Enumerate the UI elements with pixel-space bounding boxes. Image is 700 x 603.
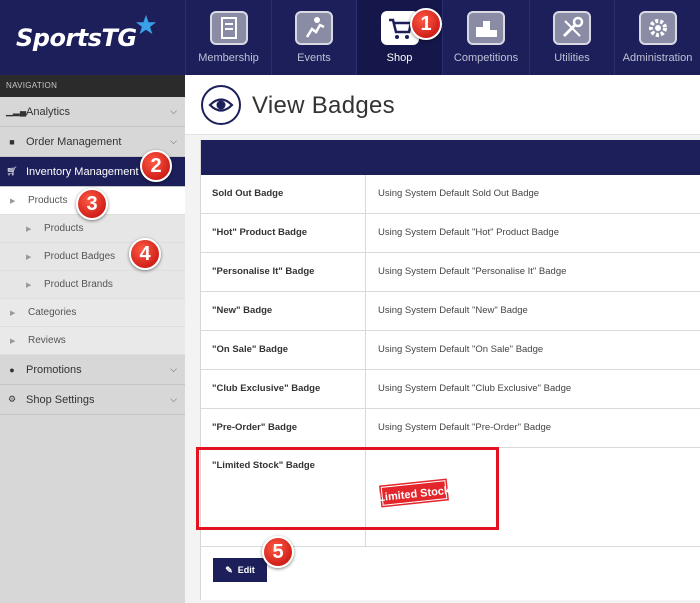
nav-tab-label: Shop [386, 52, 413, 64]
caret-right-icon: ▶ [26, 225, 32, 233]
sidebar-item-analytics[interactable]: ▁▂▄ Analytics ⌵ [0, 97, 185, 127]
top-bar: SportsTG Membership Events Shop Competit… [0, 0, 700, 75]
caret-right-icon: ▶ [10, 197, 16, 205]
badge-value: Using System Default "Pre-Order" Badge [378, 422, 552, 433]
nav-tab-label: Events [297, 52, 331, 64]
sidebar-item-label: Inventory Management [26, 165, 139, 178]
utilities-icon [553, 11, 591, 45]
badge-name: "Hot" Product Badge [201, 214, 366, 252]
nav-tab-competitions[interactable]: Competitions [442, 0, 529, 75]
nav-tab-membership[interactable]: Membership [185, 0, 271, 75]
competitions-icon [467, 11, 505, 45]
sidebar-heading: NAVIGATION [0, 75, 185, 97]
administration-icon [638, 11, 677, 45]
badge-value: Using System Default "Club Exclusive" Ba… [378, 383, 572, 394]
sidebar-item-label: Product Brands [44, 279, 113, 290]
truck-icon: ■ [9, 136, 15, 147]
sidebar-item-label: Order Management [26, 135, 122, 148]
brand-name: SportsTG [16, 23, 137, 52]
sidebar-item-label: Analytics [26, 105, 71, 118]
membership-icon [209, 11, 248, 45]
annotation-marker-1: 1 [410, 8, 442, 40]
page-title: View Badges [252, 92, 395, 119]
sidebar-item-label: Product Badges [44, 251, 116, 262]
sidebar-item-label: Products [28, 195, 68, 206]
edit-icon: ✎ [225, 564, 233, 575]
events-icon [295, 11, 333, 45]
annotation-marker-4: 4 [129, 238, 161, 270]
sidebar-item-reviews[interactable]: ▶ Reviews [0, 327, 185, 355]
sidebar-item-promotions[interactable]: ● Promotions ⌵ [0, 355, 185, 385]
badge-value: Using System Default "Personalise It" Ba… [378, 266, 567, 277]
cart-icon: 🛒︎ [6, 166, 18, 176]
table-row: "Personalise It" Badge Using System Defa… [201, 253, 700, 292]
badge-name: "Club Exclusive" Badge [201, 370, 366, 408]
annotation-marker-3: 3 [76, 188, 108, 220]
nav-tab-label: Membership [198, 52, 259, 64]
nav-tab-label: Utilities [554, 52, 590, 64]
caret-right-icon: ▶ [26, 253, 32, 261]
nav-tab-events[interactable]: Events [271, 0, 356, 75]
caret-right-icon: ▶ [10, 337, 16, 345]
content-area: Sold Out Badge Using System Default Sold… [185, 135, 700, 603]
chevron-down-icon: ⌵ [170, 136, 177, 146]
sidebar-item-label: Promotions [26, 363, 82, 376]
sidebar-item-categories[interactable]: ▶ Categories [0, 299, 185, 327]
table-row: "Pre-Order" Badge Using System Default "… [201, 409, 700, 448]
gears-icon: ⚙ [7, 394, 17, 404]
badge-name: "On Sale" Badge [201, 331, 366, 369]
annotation-marker-2: 2 [140, 150, 172, 182]
eye-icon [201, 85, 241, 125]
edit-button[interactable]: ✎ Edit [213, 558, 267, 582]
badges-table: Sold Out Badge Using System Default Sold… [200, 140, 700, 600]
nav-tab-label: Competitions [453, 52, 519, 64]
sidebar-subitem-product-brands[interactable]: ▶ Product Brands [0, 271, 185, 299]
badge-name: Sold Out Badge [201, 175, 366, 213]
table-row: "Club Exclusive" Badge Using System Defa… [201, 370, 700, 409]
caret-right-icon: ▶ [10, 309, 16, 317]
badge-value: Using System Default "Hot" Product Badge [378, 227, 559, 238]
nav-tab-utilities[interactable]: Utilities [529, 0, 614, 75]
table-row: "On Sale" Badge Using System Default "On… [201, 331, 700, 370]
chevron-down-icon: ⌵ [170, 106, 177, 116]
tag-icon: ● [9, 364, 15, 375]
sidebar-item-label: Categories [28, 307, 77, 318]
chart-icon: ▁▂▄ [6, 106, 27, 116]
chevron-down-icon: ⌵ [170, 394, 177, 404]
table-row: "Hot" Product Badge Using System Default… [201, 214, 700, 253]
edit-button-label: Edit [237, 565, 255, 575]
badge-value: Using System Default "New" Badge [378, 305, 528, 316]
annotation-marker-5: 5 [262, 536, 294, 568]
table-row: Sold Out Badge Using System Default Sold… [201, 175, 700, 214]
star-icon [135, 14, 157, 35]
sidebar-item-label: Shop Settings [26, 393, 95, 406]
caret-right-icon: ▶ [26, 281, 32, 289]
badge-name: "Personalise It" Badge [201, 253, 366, 291]
page-header: View Badges [185, 75, 700, 135]
badge-name: "Pre-Order" Badge [201, 409, 366, 447]
table-row: "New" Badge Using System Default "New" B… [201, 292, 700, 331]
highlight-box [196, 447, 499, 530]
nav-tab-administration[interactable]: Administration [614, 0, 700, 75]
badge-name: "New" Badge [201, 292, 366, 330]
chevron-down-icon: ⌵ [170, 364, 177, 374]
sidebar-item-label: Products [44, 223, 84, 234]
nav-tab-label: Administration [622, 52, 693, 64]
sidebar-item-shop-settings[interactable]: ⚙ Shop Settings ⌵ [0, 385, 185, 415]
badge-value: Using System Default "On Sale" Badge [378, 344, 544, 355]
sidebar-item-label: Reviews [28, 335, 66, 346]
badge-value: Using System Default Sold Out Badge [378, 188, 540, 199]
table-header [201, 140, 700, 175]
brand-logo[interactable]: SportsTG [0, 0, 185, 75]
